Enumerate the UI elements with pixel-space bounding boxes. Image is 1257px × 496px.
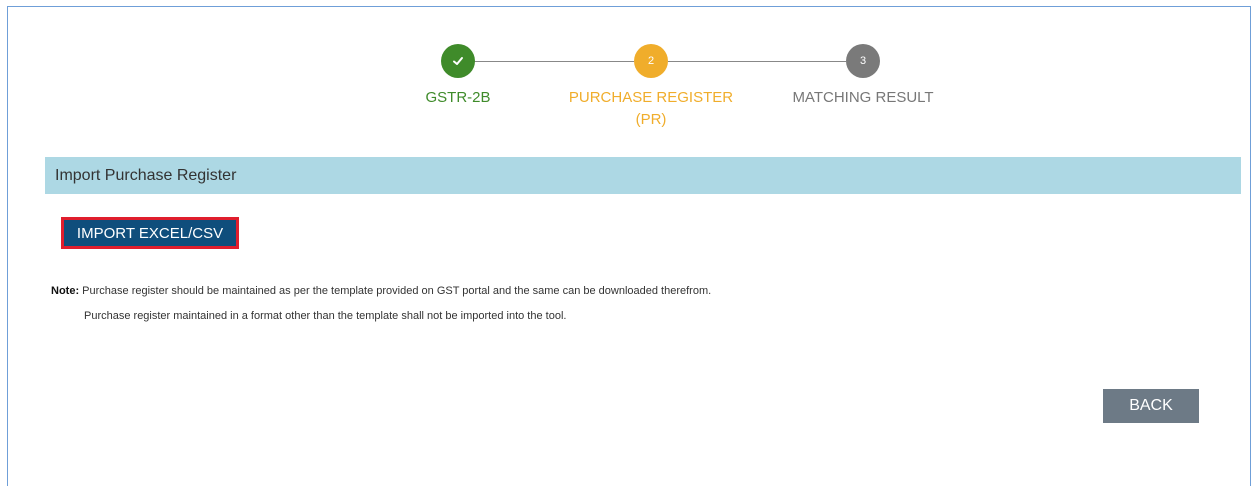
step-2-label: PURCHASE REGISTER (PR) (551, 87, 751, 131)
step-connector-2 (668, 61, 846, 62)
import-excel-csv-button[interactable]: IMPORT EXCEL/CSV (61, 217, 239, 249)
checkmark-icon (453, 57, 463, 65)
step-3-circle[interactable]: 3 (846, 44, 880, 78)
step-connector-1 (474, 61, 634, 62)
note-text-2: Purchase register maintained in a format… (84, 310, 567, 322)
page-frame: 2 3 GSTR-2B PURCHASE REGISTER (PR) MATCH… (7, 6, 1251, 486)
note-line-2: Purchase register maintained in a format… (84, 310, 566, 322)
step-2-circle[interactable]: 2 (634, 44, 668, 78)
step-2-label-line2: (PR) (635, 111, 667, 128)
note-prefix: Note: (51, 285, 80, 297)
back-button[interactable]: BACK (1103, 389, 1199, 423)
progress-stepper: 2 3 GSTR-2B PURCHASE REGISTER (PR) MATCH… (8, 7, 1250, 157)
step-1-label: GSTR-2B (425, 89, 491, 106)
panel-header: Import Purchase Register (45, 157, 1241, 194)
step-3-label: MATCHING RESULT (792, 89, 934, 106)
note-line-1: Note: Purchase register should be mainta… (51, 285, 711, 297)
step-2-label-line1: PURCHASE REGISTER (568, 89, 734, 106)
panel-title: Import Purchase Register (55, 166, 237, 184)
note-text-1: Purchase register should be maintained a… (79, 285, 712, 297)
step-1-circle[interactable] (441, 44, 475, 78)
